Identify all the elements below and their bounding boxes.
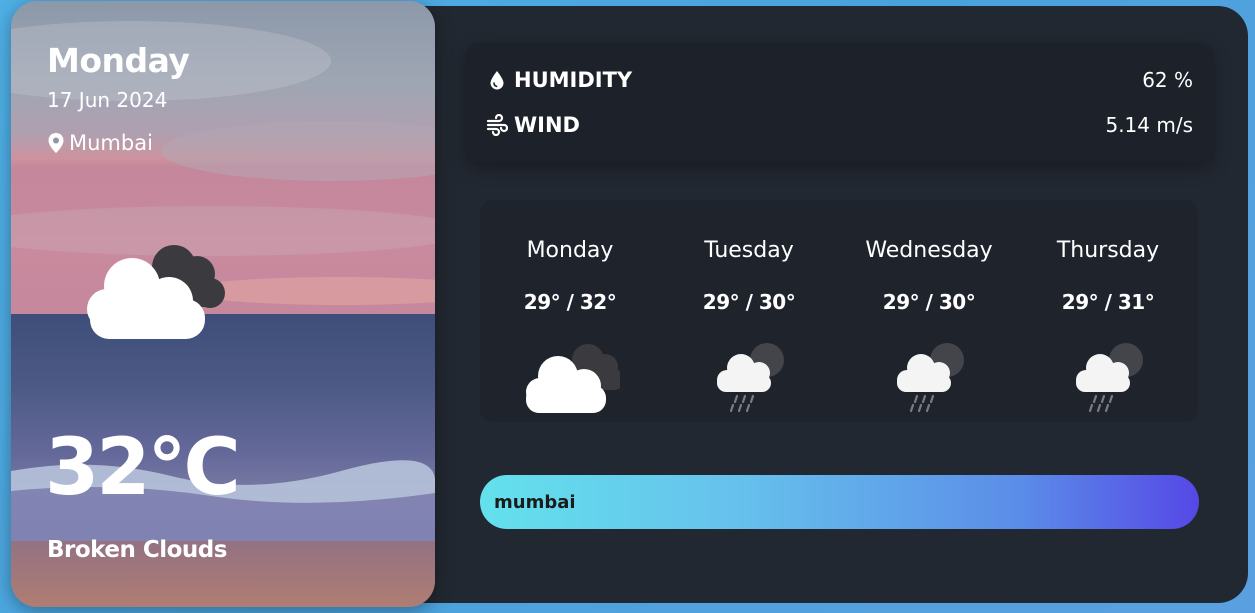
forecast-day-temp: 29° / 31°: [1061, 290, 1155, 314]
current-location: Mumbai: [47, 131, 153, 155]
forecast-day-temp: 29° / 30°: [882, 290, 976, 314]
current-weather-card: Monday 17 Jun 2024 Mumbai 32°C Broken Cl…: [11, 1, 435, 607]
wind-icon: [486, 114, 508, 136]
broken-clouds-icon: [526, 344, 620, 413]
humidity-value: 62 %: [1142, 68, 1193, 92]
forecast-day: Monday 29° / 32°: [480, 200, 660, 422]
forecast-day-name: Thursday: [1056, 238, 1160, 263]
forecast-day-temp: 29° / 30°: [702, 290, 796, 314]
rain-icon: [717, 343, 784, 413]
forecast-day-name: Monday: [526, 238, 614, 263]
forecast-day: Tuesday 29° / 30°: [659, 200, 839, 422]
humidity-label: HUMIDITY: [514, 68, 633, 92]
app-frame: Monday 17 Jun 2024 Mumbai 32°C Broken Cl…: [0, 0, 1255, 613]
current-temperature: 32°C: [45, 423, 241, 513]
current-day: Monday: [47, 41, 190, 80]
broken-clouds-icon: [87, 245, 225, 339]
forecast-day: Wednesday 29° / 30°: [839, 200, 1019, 422]
humidity-label-group: HUMIDITY: [486, 68, 632, 92]
rain-icon: [897, 343, 964, 413]
city-search-input[interactable]: [480, 475, 1199, 529]
humidity-row: HUMIDITY 62 %: [486, 65, 1193, 95]
wind-label-group: WIND: [486, 113, 580, 137]
water-drop-icon: [490, 71, 504, 90]
weather-stats: HUMIDITY 62 % WIND 5.14 m/s: [466, 43, 1213, 162]
map-pin-icon: [48, 133, 64, 153]
forecast-strip: Monday 29° / 32° Tuesday 29° / 30° Wedne…: [480, 200, 1198, 422]
current-condition: Broken Clouds: [47, 537, 227, 563]
location-label: Mumbai: [69, 131, 153, 155]
wind-row: WIND 5.14 m/s: [486, 110, 1193, 140]
wind-value: 5.14 m/s: [1105, 113, 1193, 137]
rain-icon: [1076, 343, 1143, 413]
forecast-day-temp: 29° / 32°: [523, 290, 617, 314]
forecast-day: Thursday 29° / 31°: [1018, 200, 1198, 422]
forecast-day-name: Tuesday: [704, 238, 794, 263]
current-date: 17 Jun 2024: [47, 88, 168, 112]
forecast-day-name: Wednesday: [865, 238, 993, 263]
wind-label: WIND: [514, 113, 580, 137]
